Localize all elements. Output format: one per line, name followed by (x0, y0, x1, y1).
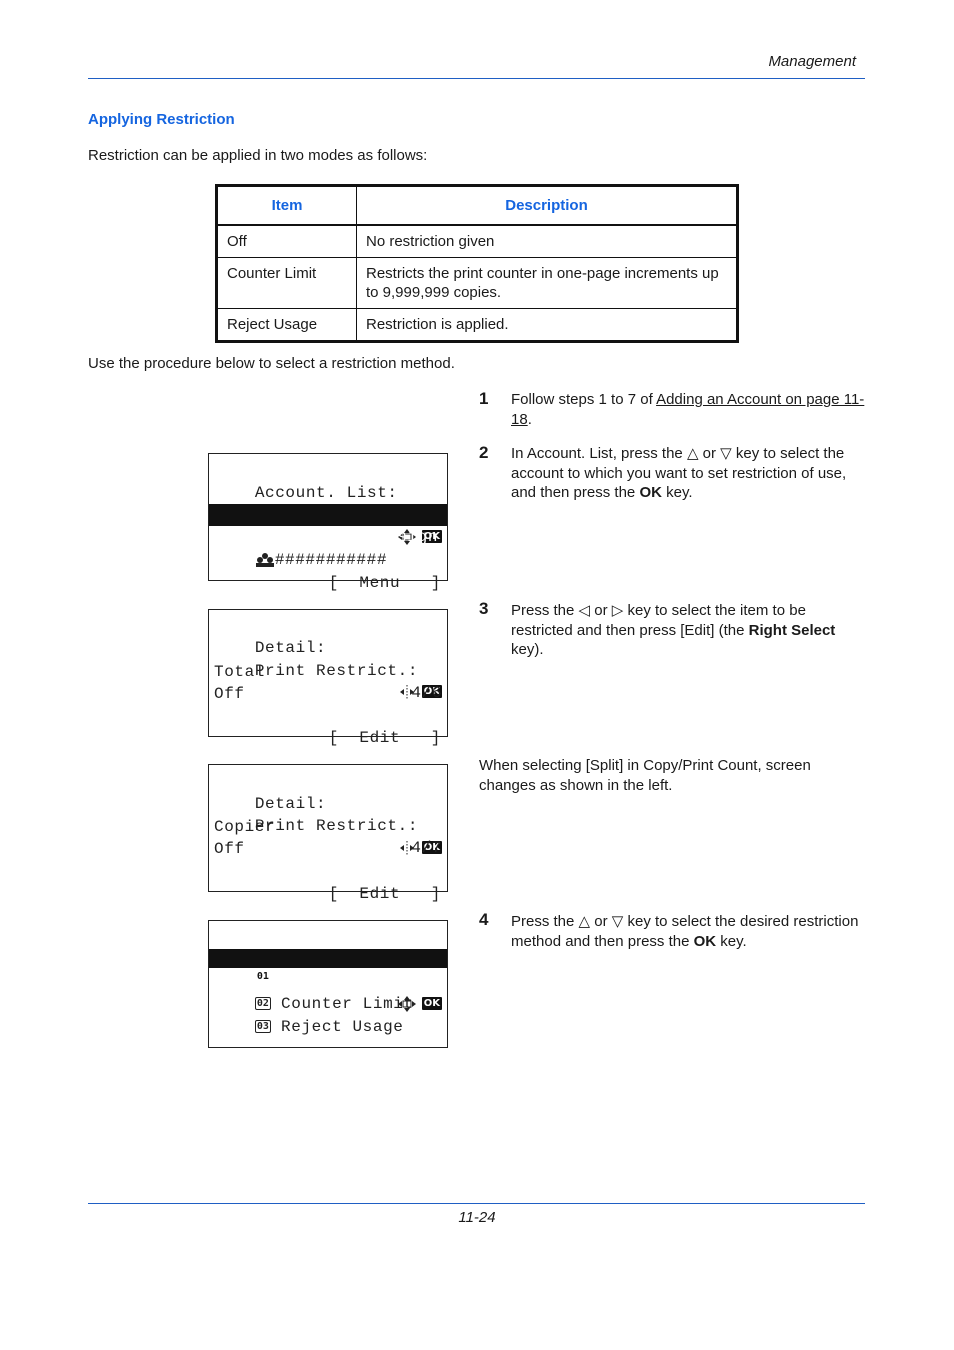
key-name: Right Select (748, 621, 836, 639)
column-header-description: Description (356, 185, 738, 226)
lcd-screen-account-list: Account. List: OK UI R&D DEP. Osaka GUI … (208, 453, 448, 592)
step-4-text: Press the △ or ▽ key to select the desir… (511, 912, 871, 951)
page-number: 11-24 (458, 1209, 496, 1226)
option-label: Reject Usage (270, 1018, 404, 1036)
edit-softkey[interactable]: [ Edit ] (329, 729, 441, 747)
step-text-part: key. (716, 932, 747, 950)
header-section-title: Management (768, 53, 856, 70)
step-text-part: or (590, 913, 612, 930)
lcd-screen-detail-copier: Detail: OK Print Restrict.: 4/7 Copier O… (208, 764, 448, 903)
lcd-value: Off (214, 840, 245, 858)
lcd-option[interactable]: 02 Counter Limit (209, 971, 447, 1013)
step-text-part: Press the (511, 602, 579, 619)
step-1-text: Follow steps 1 to 7 of Adding an Account… (511, 390, 871, 429)
step-2-text: In Account. List, press the △ or ▽ key t… (511, 444, 871, 503)
lcd-screen-print-restrict: Print Restrict.: OK 01*Off 02 Counter Li… (208, 920, 448, 1048)
cell-item: Reject Usage (216, 308, 357, 342)
lcd-title-row: Detail: OK (209, 771, 447, 855)
lcd-title-row: Detail: OK (209, 615, 447, 699)
key-name: OK (639, 484, 662, 501)
lcd-subitem: Total (214, 663, 266, 681)
intro-text: Restriction can be applied in two modes … (88, 147, 428, 164)
table-row: Reject Usage Restriction is applied. (216, 308, 738, 342)
step-number: 2 (479, 443, 489, 462)
option-number-badge: 03 (254, 1020, 271, 1034)
lcd-value: Off (214, 685, 245, 703)
down-key-icon: ▽ (611, 913, 624, 930)
edit-softkey[interactable]: [ Edit ] (329, 885, 441, 903)
step-number: 3 (479, 599, 489, 618)
menu-softkey[interactable]: [ Menu ] (329, 574, 441, 592)
cell-item: Counter Limit (216, 257, 357, 309)
up-key-icon: △ (686, 445, 699, 462)
footer-rule (88, 1203, 865, 1204)
step-number: 1 (479, 389, 489, 408)
lcd-title-row: Print Restrict.: OK (209, 927, 447, 1012)
table-row: Counter Limit Restricts the print counte… (216, 257, 738, 309)
lcd-list-item[interactable]: UI R&D DEP. (209, 482, 447, 524)
table-header-row: Item Description (216, 185, 738, 226)
section-heading: Applying Restriction (88, 111, 235, 128)
split-note: When selecting [Split] in Copy/Print Cou… (479, 757, 811, 794)
lcd-softkey-row: [ Edit ] (209, 861, 447, 903)
lcd-list-item-selected[interactable]: Osaka GUI Design (209, 504, 447, 546)
right-key-icon: ▷ (611, 602, 624, 619)
cell-item: Off (216, 224, 357, 258)
table-row: Off No restriction given (216, 224, 738, 258)
step-text-part: key). (511, 641, 544, 658)
step-text-part: or (698, 445, 721, 462)
lcd-screen-detail-total: Detail: OK Print Restrict.: 4/6 Total Of… (208, 609, 448, 747)
step-text-part: In Account. List, press the (511, 445, 687, 462)
lcd-option-selected[interactable]: 01 *Off (209, 949, 447, 986)
cell-description: No restriction given (356, 224, 738, 258)
key-name: OK (693, 932, 717, 950)
step-text-part: or (590, 602, 612, 619)
cell-description: Restricts the print counter in one-page … (356, 257, 738, 309)
cell-description: Restriction is applied. (356, 308, 738, 342)
step-number: 4 (479, 910, 489, 929)
step-text-part: key. (661, 484, 693, 501)
header-rule (88, 78, 865, 79)
lcd-softkey-row: [ Menu ] (209, 550, 447, 592)
lcd-item-row: Print Restrict.: 4/7 (209, 793, 447, 857)
procedure-intro: Use the procedure below to select a rest… (88, 355, 455, 372)
left-key-icon: ◁ (578, 602, 591, 619)
column-header-item: Item (216, 185, 357, 226)
lcd-item-row: Print Restrict.: 4/6 (209, 638, 447, 702)
lcd-list-item[interactable]: ########### (209, 527, 447, 569)
lcd-option[interactable]: 03 Reject Usage (209, 994, 447, 1036)
step-text-part: . (527, 410, 532, 428)
step-3-text: Press the ◁ or ▷ key to select the item … (511, 601, 871, 660)
down-key-icon: ▽ (720, 445, 732, 462)
step-text-part: Follow steps 1 to 7 of (511, 391, 657, 408)
restriction-modes-table: Item Description Off No restriction give… (215, 184, 739, 343)
lcd-title-row: Account. List: OK (209, 460, 447, 545)
lcd-subitem: Copier (214, 818, 276, 836)
up-key-icon: △ (578, 913, 591, 930)
step-text-part: Press the (511, 913, 579, 930)
lcd-softkey-row: [ Edit ] (209, 705, 447, 747)
